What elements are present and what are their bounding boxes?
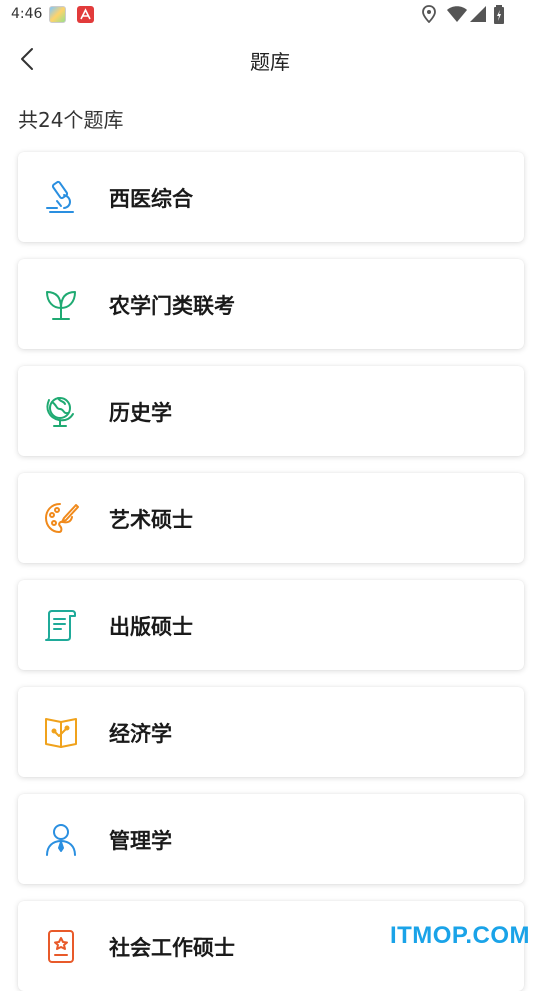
nav-bar: 题库 bbox=[0, 30, 540, 88]
sprout-icon bbox=[46, 291, 76, 320]
microscope-icon bbox=[46, 180, 74, 213]
bank-label: 艺术硕士 bbox=[109, 508, 193, 532]
bank-card-chuban[interactable]: 出版硕士 bbox=[18, 580, 524, 670]
status-bar: 4:46 bbox=[0, 0, 540, 30]
manager-icon bbox=[46, 824, 76, 856]
bank-card-nongxue[interactable]: 农学门类联考 bbox=[18, 259, 524, 349]
book-icon bbox=[45, 718, 77, 748]
scroll-icon bbox=[45, 610, 76, 641]
bank-label: 出版硕士 bbox=[109, 615, 193, 639]
bank-label: 社会工作硕士 bbox=[109, 936, 235, 960]
bank-label: 西医综合 bbox=[109, 187, 193, 211]
bank-card-yishu[interactable]: 艺术硕士 bbox=[18, 473, 524, 563]
bank-label: 农学门类联考 bbox=[109, 294, 235, 318]
bank-label: 经济学 bbox=[109, 722, 172, 746]
page-title: 题库 bbox=[250, 50, 290, 74]
bank-card-jingji[interactable]: 经济学 bbox=[18, 687, 524, 777]
watermark: ITMOP.COM bbox=[389, 922, 530, 949]
globe-icon bbox=[46, 397, 74, 427]
bank-label: 管理学 bbox=[109, 829, 172, 853]
status-time: 4:46 bbox=[11, 6, 43, 22]
app-notification-icon bbox=[49, 6, 66, 23]
pdf-app-notification-icon bbox=[77, 6, 94, 23]
signal-icon bbox=[470, 6, 486, 22]
palette-icon bbox=[45, 503, 79, 533]
badge-icon bbox=[48, 930, 74, 963]
location-icon bbox=[422, 5, 436, 23]
bank-card-guanli[interactable]: 管理学 bbox=[18, 794, 524, 884]
bank-count: 共24个题库 bbox=[18, 108, 124, 132]
bank-label: 历史学 bbox=[109, 401, 172, 425]
bank-card-xiyi[interactable]: 西医综合 bbox=[18, 152, 524, 242]
wifi-icon bbox=[447, 6, 467, 22]
battery-icon bbox=[494, 5, 504, 24]
bank-card-lishi[interactable]: 历史学 bbox=[18, 366, 524, 456]
